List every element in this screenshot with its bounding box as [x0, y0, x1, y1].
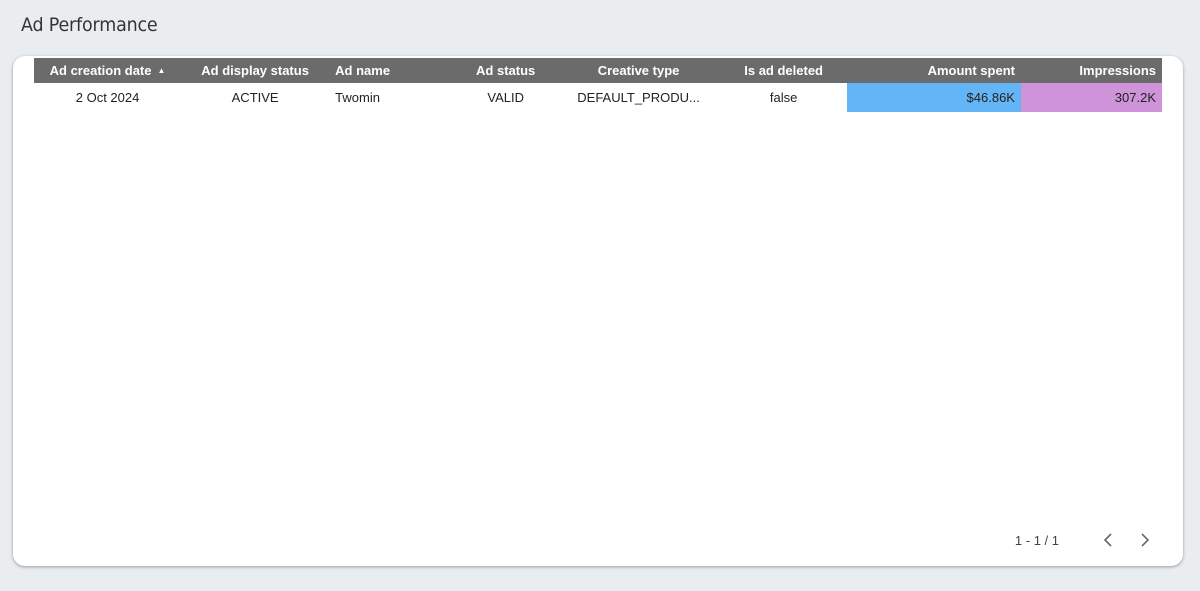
cell-creative-type: DEFAULT_PRODU...	[577, 90, 700, 105]
previous-page-button[interactable]	[1098, 530, 1118, 550]
header-amount-spent[interactable]: Amount spent	[847, 58, 1021, 83]
header-ad-name[interactable]: Ad name	[329, 58, 455, 83]
header-creative-type[interactable]: Creative type	[556, 58, 720, 83]
cell-ad-display-status: ACTIVE	[231, 90, 279, 105]
sort-ascending-icon: ▲	[157, 66, 166, 75]
cell-amount-spent: $46.86K	[846, 83, 1021, 112]
pagination: 1 - 1 / 1	[1015, 530, 1155, 550]
header-impressions[interactable]: Impressions	[1021, 58, 1162, 83]
header-is-ad-deleted[interactable]: Is ad deleted	[721, 58, 847, 83]
next-page-button[interactable]	[1135, 530, 1155, 550]
table-card: Ad creation date ▲ Ad display status Ad n…	[13, 56, 1183, 566]
header-ad-creation-date[interactable]: Ad creation date ▲	[34, 58, 181, 83]
pagination-label: 1 - 1 / 1	[1014, 532, 1059, 548]
header-ad-display-status[interactable]: Ad display status	[181, 58, 329, 83]
cell-is-ad-deleted: false	[769, 90, 798, 105]
table-row: 2 Oct 2024 ACTIVE Twomin VALID DEFAULT_P…	[34, 83, 1162, 112]
cell-impressions: 307.2K	[1020, 83, 1162, 112]
header-label: Ad creation date	[49, 63, 152, 78]
cell-ad-status: VALID	[487, 90, 524, 105]
page-title: Ad Performance	[21, 14, 158, 36]
header-ad-status[interactable]: Ad status	[455, 58, 556, 83]
chevron-right-icon	[1141, 533, 1150, 547]
cell-ad-name: Twomin	[335, 90, 380, 105]
cell-ad-creation-date: 2 Oct 2024	[75, 90, 140, 105]
table-header-row: Ad creation date ▲ Ad display status Ad n…	[34, 58, 1162, 83]
ad-performance-table: Ad creation date ▲ Ad display status Ad n…	[34, 58, 1162, 112]
chevron-left-icon	[1103, 533, 1112, 547]
